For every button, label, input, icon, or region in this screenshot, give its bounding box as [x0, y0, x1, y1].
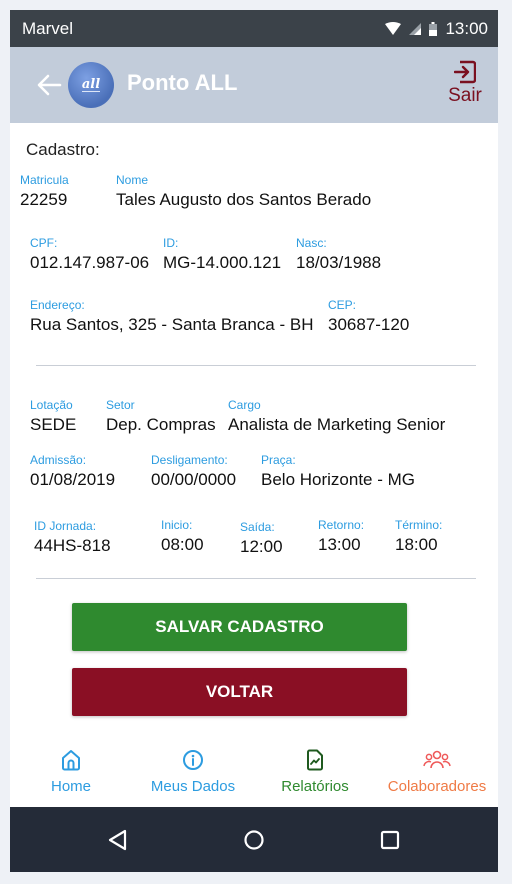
field-admissao: Admissão: 01/08/2019	[30, 453, 115, 490]
clock: 13:00	[445, 18, 488, 38]
section-title: Cadastro:	[26, 140, 100, 159]
field-value: Rua Santos, 325 - Santa Branca - BH	[30, 315, 314, 334]
nav-colaboradores[interactable]: Colaboradores	[376, 743, 498, 807]
system-nav-bar	[10, 807, 498, 872]
field-label: ID:	[163, 236, 179, 250]
report-icon	[307, 749, 323, 771]
nav-label: Colaboradores	[387, 778, 487, 795]
field-label: Nome	[116, 173, 149, 187]
field-label: Saída:	[240, 520, 275, 534]
field-value: Dep. Compras	[106, 415, 216, 434]
logout-label: Sair	[448, 85, 482, 106]
field-label: Setor	[106, 398, 135, 412]
field-value: 012.147.987-06	[30, 253, 150, 272]
info-icon	[183, 750, 203, 770]
nav-label: Relatórios	[281, 778, 349, 795]
field-value: 13:00	[318, 535, 361, 554]
field-value: 18:00	[395, 535, 438, 554]
field-label: Cargo	[228, 398, 261, 412]
system-home-icon[interactable]	[243, 829, 265, 851]
field-value: 01/08/2019	[30, 470, 116, 489]
field-value: 12:00	[240, 537, 283, 556]
field-termino: Término: 18:00	[395, 518, 442, 555]
field-value: 08:00	[161, 535, 204, 554]
system-recents-icon[interactable]	[379, 829, 401, 851]
field-label: Admissão:	[30, 453, 87, 467]
field-label: Nasc:	[296, 236, 327, 250]
field-id-jornada: ID Jornada: 44HS-818	[34, 519, 111, 556]
field-label: Lotação	[30, 398, 73, 412]
field-setor: Setor Dep. Compras	[106, 398, 216, 435]
field-value: 18/03/1988	[296, 253, 382, 272]
home-icon	[62, 750, 80, 771]
registration-form: Cadastro: Matricula 22259 Nome Tales Aug…	[10, 123, 498, 743]
field-label: Praça:	[261, 453, 296, 467]
logout-icon	[454, 60, 476, 84]
logo-text: all	[81, 76, 101, 92]
field-label: CPF:	[30, 236, 58, 250]
field-label: Endereço:	[30, 298, 85, 312]
field-value: Tales Augusto dos Santos Berado	[116, 190, 372, 209]
status-bar: Marvel 13:00	[10, 10, 498, 47]
field-lotacao: Lotação SEDE	[30, 398, 76, 435]
nav-label: Home	[50, 778, 91, 795]
app-logo: all	[68, 62, 114, 108]
app-bar: all Ponto ALL Sair	[10, 47, 498, 123]
nav-relatorios[interactable]: Relatórios	[254, 743, 376, 807]
phone-screen: Marvel 13:00 all Ponto ALL Sair Cadastro…	[10, 10, 498, 872]
divider	[36, 365, 476, 366]
field-label: Inicio:	[161, 518, 193, 532]
field-cargo: Cargo Analista de Marketing Senior	[228, 398, 445, 435]
field-praca: Praça: Belo Horizonte - MG	[261, 453, 415, 490]
field-value: Analista de Marketing Senior	[228, 415, 446, 434]
back-button[interactable]: VOLTAR	[72, 668, 407, 716]
logout-button[interactable]: Sair	[444, 60, 486, 112]
field-nome: Nome Tales Augusto dos Santos Berado	[116, 173, 371, 210]
field-endereco: Endereço: Rua Santos, 325 - Santa Branca…	[30, 298, 314, 335]
back-arrow-icon[interactable]	[36, 73, 62, 97]
wifi-icon	[385, 21, 402, 35]
field-value: SEDE	[30, 415, 77, 434]
field-value: Belo Horizonte - MG	[261, 470, 415, 489]
field-matricula: Matricula 22259	[20, 173, 69, 210]
field-value: 30687-120	[328, 315, 410, 334]
field-value: 00/00/0000	[151, 470, 237, 489]
field-label: CEP:	[328, 298, 357, 312]
carrier-name: Marvel	[22, 18, 74, 38]
battery-icon	[429, 21, 438, 36]
field-saida: Saída: 12:00	[240, 520, 283, 557]
nav-label: Meus Dados	[150, 778, 236, 795]
field-value: 22259	[20, 190, 68, 209]
field-label: ID Jornada:	[34, 519, 97, 533]
field-value: 44HS-818	[34, 536, 111, 555]
app-title: Ponto ALL	[127, 70, 238, 95]
nav-home[interactable]: Home	[10, 743, 132, 807]
users-icon	[423, 750, 451, 769]
field-label: Desligamento:	[151, 453, 228, 467]
field-cep: CEP: 30687-120	[328, 298, 409, 335]
field-inicio: Inicio: 08:00	[161, 518, 204, 555]
field-cpf: CPF: 012.147.987-06	[30, 236, 149, 273]
field-id: ID: MG-14.000.121	[163, 236, 281, 273]
nav-meus-dados[interactable]: Meus Dados	[132, 743, 254, 807]
field-retorno: Retorno: 13:00	[318, 518, 364, 555]
field-desligamento: Desligamento: 00/00/0000	[151, 453, 236, 490]
signal-icon	[409, 22, 422, 35]
field-label: Retorno:	[318, 518, 365, 532]
system-back-icon[interactable]	[107, 829, 129, 851]
bottom-nav: Home Meus Dados Relatórios Colaboradores	[10, 743, 498, 807]
field-value: MG-14.000.121	[163, 253, 282, 272]
field-label: Término:	[395, 518, 443, 532]
divider	[36, 578, 476, 579]
field-nasc: Nasc: 18/03/1988	[296, 236, 381, 273]
save-button[interactable]: SALVAR CADASTRO	[72, 603, 407, 651]
field-label: Matricula	[20, 173, 69, 187]
status-icons: 13:00	[385, 19, 488, 39]
